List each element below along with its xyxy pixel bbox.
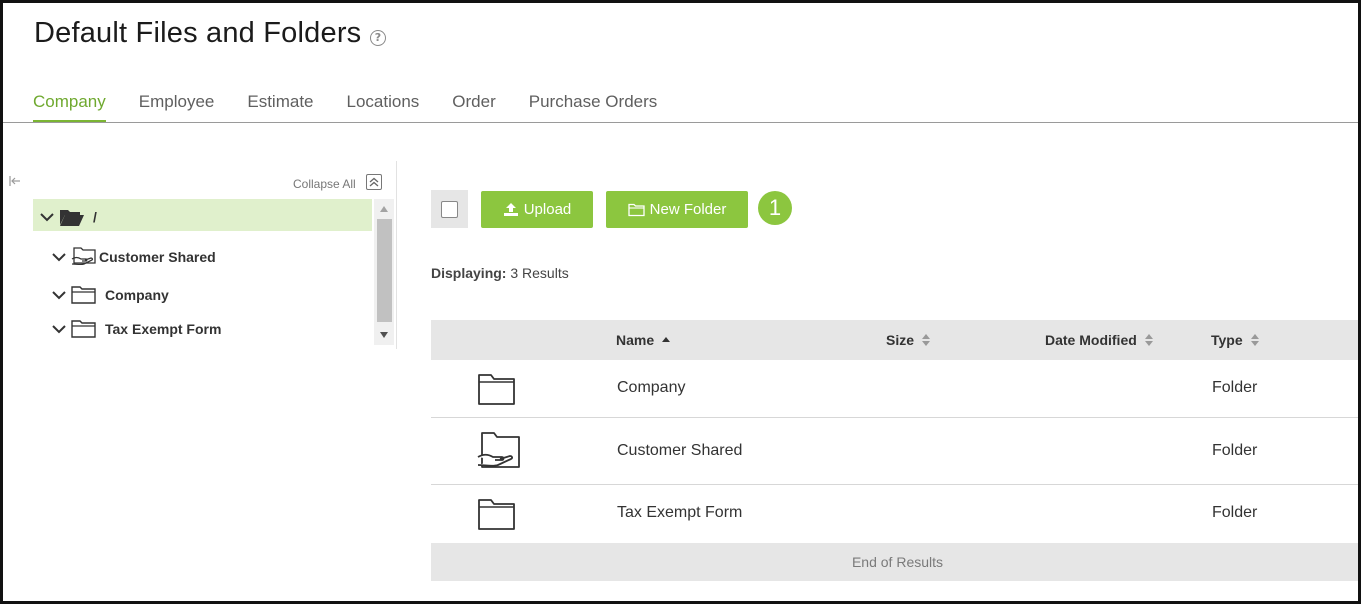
folder-icon [478,374,515,405]
tree-item-label: Company [105,287,169,303]
step-badge: 1 [758,191,792,225]
sort-icon [1144,334,1153,346]
table-header: Name Size Date Modified Type [431,320,1358,360]
shared-folder-icon [477,432,520,468]
column-label: Name [616,332,655,348]
shared-folder-icon [71,247,96,266]
table-row[interactable]: Customer Shared Folder [431,418,1358,485]
column-header-date-modified[interactable]: Date Modified [1045,332,1154,348]
new-folder-label: New Folder [649,201,727,218]
sort-icon [922,334,931,346]
tree-scrollbar[interactable] [374,199,394,345]
column-header-size[interactable]: Size [886,332,931,348]
help-icon[interactable]: ? [370,30,386,46]
page-title: Default Files and Folders [34,17,362,49]
select-all-checkbox[interactable] [441,201,458,218]
tab-order[interactable]: Order [452,91,495,123]
sort-icon [1250,334,1259,346]
tree-item-company[interactable]: Company [51,285,169,305]
app-frame: Default Files and Folders ? Company Empl… [0,0,1361,604]
row-name[interactable]: Company [617,379,685,397]
row-type: Folder [1212,504,1258,521]
row-name[interactable]: Customer Shared [617,442,742,460]
results-count: Displaying: 3 Results [431,265,569,281]
tree-item-tax-exempt-form[interactable]: Tax Exempt Form [51,319,221,339]
sort-ascending-icon [662,337,671,342]
select-all-checkbox-wrapper [431,190,468,228]
folder-icon [627,203,645,216]
tree-item-root[interactable]: / [39,207,97,227]
chevron-down-icon [52,253,66,262]
column-label: Date Modified [1045,332,1137,348]
table-row[interactable]: Company Folder [431,360,1358,418]
tab-employee[interactable]: Employee [139,91,215,123]
row-name[interactable]: Tax Exempt Form [617,504,742,522]
tree-root-label: / [93,209,97,225]
folder-tree: / Customer Shared Company Tax Exempt For… [33,199,395,345]
panel-divider [396,161,397,349]
collapse-all-label[interactable]: Collapse All [293,177,356,191]
row-type: Folder [1212,379,1258,396]
tab-estimate[interactable]: Estimate [247,91,313,123]
collapse-panel-icon[interactable] [9,175,21,190]
tab-bar: Company Employee Estimate Locations Orde… [33,91,690,125]
tree-item-label: Tax Exempt Form [105,321,222,337]
upload-button[interactable]: Upload [481,191,593,228]
displaying-label: Displaying: [431,265,507,281]
upload-icon [503,203,518,216]
scroll-up-icon [380,206,388,212]
tree-item-customer-shared[interactable]: Customer Shared [51,246,216,268]
folder-icon [478,499,515,530]
column-label: Size [886,332,915,348]
end-of-results: End of Results [431,543,1358,581]
open-folder-icon [60,210,84,226]
chevron-down-icon [52,291,66,300]
column-header-type[interactable]: Type [1211,332,1260,348]
chevron-down-icon [52,325,66,334]
column-label: Type [1211,332,1243,348]
collapse-all-icon[interactable] [366,174,382,190]
row-type: Folder [1212,442,1258,459]
tab-locations[interactable]: Locations [347,91,420,123]
scrollbar-thumb[interactable] [377,219,392,322]
table-row[interactable]: Tax Exempt Form Folder [431,485,1358,543]
new-folder-button[interactable]: New Folder [606,191,748,228]
upload-label: Upload [523,201,572,218]
scroll-down-icon [380,332,388,338]
results-count-text: 3 Results [510,265,569,281]
tabs-divider [3,122,1358,123]
tab-company[interactable]: Company [33,91,106,123]
tree-item-label: Customer Shared [99,249,216,265]
folder-icon [71,320,96,338]
chevron-down-icon [40,213,54,222]
tab-purchase-orders[interactable]: Purchase Orders [529,91,658,123]
folder-icon [71,286,96,304]
column-header-name[interactable]: Name [616,332,671,348]
